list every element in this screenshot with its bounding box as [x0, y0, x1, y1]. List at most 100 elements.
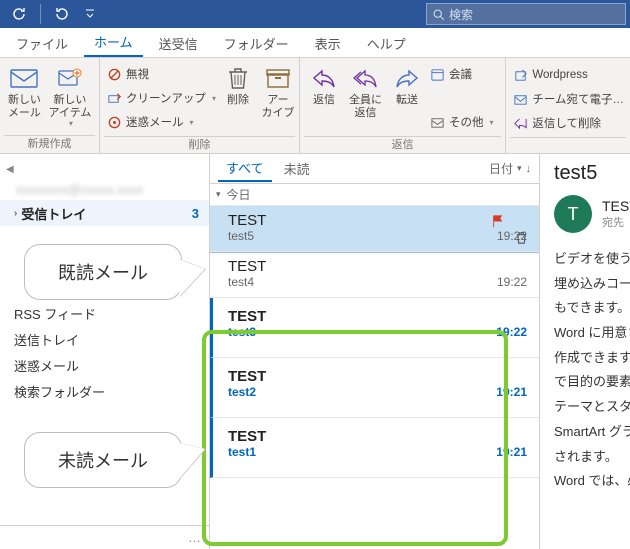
ribbon-group-delete: 無視 クリーンアップ ▾ 迷惑メール▾ 削除: [100, 58, 300, 153]
reading-to-line: 宛先: [602, 214, 630, 230]
tab-view[interactable]: 表示: [305, 29, 351, 57]
callout-unread: 未読メール: [24, 432, 182, 488]
callout-read: 既読メール: [24, 244, 182, 300]
message-list-pane: すべて 未読 日付 ▾ ↓ ▾ 今日 TEST test5 19:22: [210, 154, 540, 549]
meeting-button[interactable]: 会議: [429, 63, 494, 85]
chevron-down-icon: ▾: [517, 163, 522, 174]
content-columns: ◀ xxxxxxxx@xxxxx.xxxx › 受信トレイ 3 RSS フィード…: [0, 154, 630, 549]
message-item[interactable]: TEST test1 19:21: [210, 418, 539, 478]
message-time: 19:21: [496, 445, 527, 459]
undo-button[interactable]: [47, 1, 77, 27]
flag-icon[interactable]: [491, 214, 505, 228]
group-label-delete: 削除: [104, 136, 295, 154]
ribbon: 新しい メール 新しい アイテム▾ 新規作成 無視: [0, 58, 630, 154]
quick-reply-delete-label: 返信して削除: [532, 115, 601, 131]
group-label-new: 新規作成: [4, 135, 95, 153]
new-item-button[interactable]: 新しい アイテム▾: [45, 60, 95, 128]
nav-more[interactable]: …: [0, 525, 209, 549]
nav-inbox[interactable]: › 受信トレイ 3: [0, 200, 209, 226]
reading-body: ビデオを使うと埋め込みコーもできます。Word に用意さ作成できます。で目的の要…: [554, 247, 630, 494]
delete-hover-button[interactable]: [514, 230, 529, 245]
message-subject: test4: [228, 275, 254, 289]
tab-home[interactable]: ホーム: [84, 27, 143, 57]
reply-all-icon: [352, 63, 380, 93]
reply-delete-icon: [512, 115, 528, 131]
message-item[interactable]: TEST test3 19:22: [210, 298, 539, 358]
cleanup-label: クリーンアップ: [126, 90, 206, 106]
reply-all-button[interactable]: 全員に 返信: [344, 60, 387, 119]
sort-button[interactable]: 日付 ▾ ↓: [489, 160, 531, 177]
quick-reply-delete[interactable]: 返信して削除: [512, 112, 624, 134]
meeting-label: 会議: [449, 66, 472, 82]
search-icon: [427, 8, 449, 21]
refresh-button[interactable]: [4, 1, 34, 27]
chevron-down-icon: ▾: [212, 94, 216, 103]
reply-stack: 会議 その他▾: [427, 60, 496, 136]
nav-collapse[interactable]: ◀: [0, 160, 209, 178]
filter-all[interactable]: すべて: [218, 155, 272, 182]
message-from: TEST: [228, 308, 527, 325]
ribbon-group-reply: 返信 全員に 返信 転送 会議: [300, 58, 506, 153]
account-row[interactable]: xxxxxxxx@xxxxx.xxxx: [0, 178, 209, 200]
forward-label: 転送: [396, 94, 418, 107]
folder-nav: ◀ xxxxxxxx@xxxxx.xxxx › 受信トレイ 3 RSS フィード…: [0, 154, 210, 549]
chevron-down-icon: ▾: [69, 119, 73, 128]
tab-sendrecv[interactable]: 送受信: [149, 29, 208, 57]
filter-bar: すべて 未読 日付 ▾ ↓: [210, 154, 539, 184]
message-item[interactable]: TEST test5 19:22: [210, 206, 539, 252]
quick-wordpress[interactable]: Wordpress: [512, 64, 624, 86]
search-placeholder: 検索: [449, 6, 473, 23]
nav-inbox-label: 受信トレイ: [21, 204, 86, 223]
forward-button[interactable]: 転送: [387, 60, 427, 107]
callout-unread-label: 未読メール: [58, 451, 148, 471]
avatar: T: [554, 195, 592, 233]
message-from: TEST: [228, 368, 527, 385]
chevron-right-icon: ›: [14, 208, 17, 219]
message-list: TEST test5 19:22 TEST test4 19:22: [210, 206, 539, 549]
ribbon-tabs: ファイル ホーム 送受信 フォルダー 表示 ヘルプ: [0, 28, 630, 58]
nav-outbox[interactable]: 送信トレイ: [0, 326, 209, 352]
tab-folder[interactable]: フォルダー: [214, 29, 299, 57]
reading-pane: test5 T TEST 宛先 ビデオを使うと埋め込みコーもできます。Word …: [540, 154, 630, 549]
cleanup-button[interactable]: クリーンアップ ▾: [106, 87, 216, 109]
chevron-left-icon: ◀: [6, 164, 14, 175]
junk-button[interactable]: 迷惑メール▾: [106, 111, 216, 133]
undo-icon: [54, 6, 70, 22]
forward-icon: [394, 63, 420, 93]
delete-label: 削除: [227, 94, 249, 107]
chevron-down-icon: ▾: [490, 118, 494, 127]
new-item-label: 新しい アイテム: [48, 94, 91, 119]
archive-button[interactable]: アー カイブ: [258, 60, 298, 119]
archive-icon: [265, 63, 291, 93]
nav-rss[interactable]: RSS フィード: [0, 300, 209, 326]
archive-label: アー カイブ: [261, 94, 294, 119]
reply-button[interactable]: 返信: [304, 60, 344, 107]
reply-label: 返信: [313, 94, 335, 107]
new-mail-button[interactable]: 新しい メール: [4, 60, 45, 119]
nav-search-folders[interactable]: 検索フォルダー: [0, 378, 209, 404]
tab-help[interactable]: ヘルプ: [357, 29, 416, 57]
message-time: 19:22: [497, 275, 527, 289]
tab-file[interactable]: ファイル: [6, 29, 78, 57]
group-label-quick: [510, 137, 626, 155]
ellipsis-icon: …: [188, 530, 201, 545]
quick-wordpress-label: Wordpress: [532, 69, 587, 81]
search-box[interactable]: 検索: [426, 3, 626, 25]
title-bar: 検索: [0, 0, 630, 28]
message-item[interactable]: TEST test2 19:21: [210, 358, 539, 418]
filter-unread[interactable]: 未読: [276, 156, 318, 181]
nav-junk[interactable]: 迷惑メール: [0, 352, 209, 378]
qat-dropdown[interactable]: [81, 1, 99, 27]
other-button[interactable]: その他▾: [429, 111, 494, 133]
outlook-window: 検索 ファイル ホーム 送受信 フォルダー 表示 ヘルプ 新しい メール: [0, 0, 630, 549]
message-item[interactable]: TEST test4 19:22: [210, 252, 539, 298]
meeting-icon: [429, 66, 445, 82]
group-header-today[interactable]: ▾ 今日: [210, 184, 539, 206]
reading-sender: TEST 宛先: [602, 198, 630, 230]
sort-desc-icon: ↓: [526, 163, 532, 175]
quick-team[interactable]: チーム宛て電子…: [512, 88, 624, 110]
junk-icon: [106, 114, 122, 130]
delete-button[interactable]: 削除: [218, 60, 258, 107]
ignore-button[interactable]: 無視: [106, 63, 216, 85]
quick-team-label: チーム宛て電子…: [532, 91, 624, 107]
